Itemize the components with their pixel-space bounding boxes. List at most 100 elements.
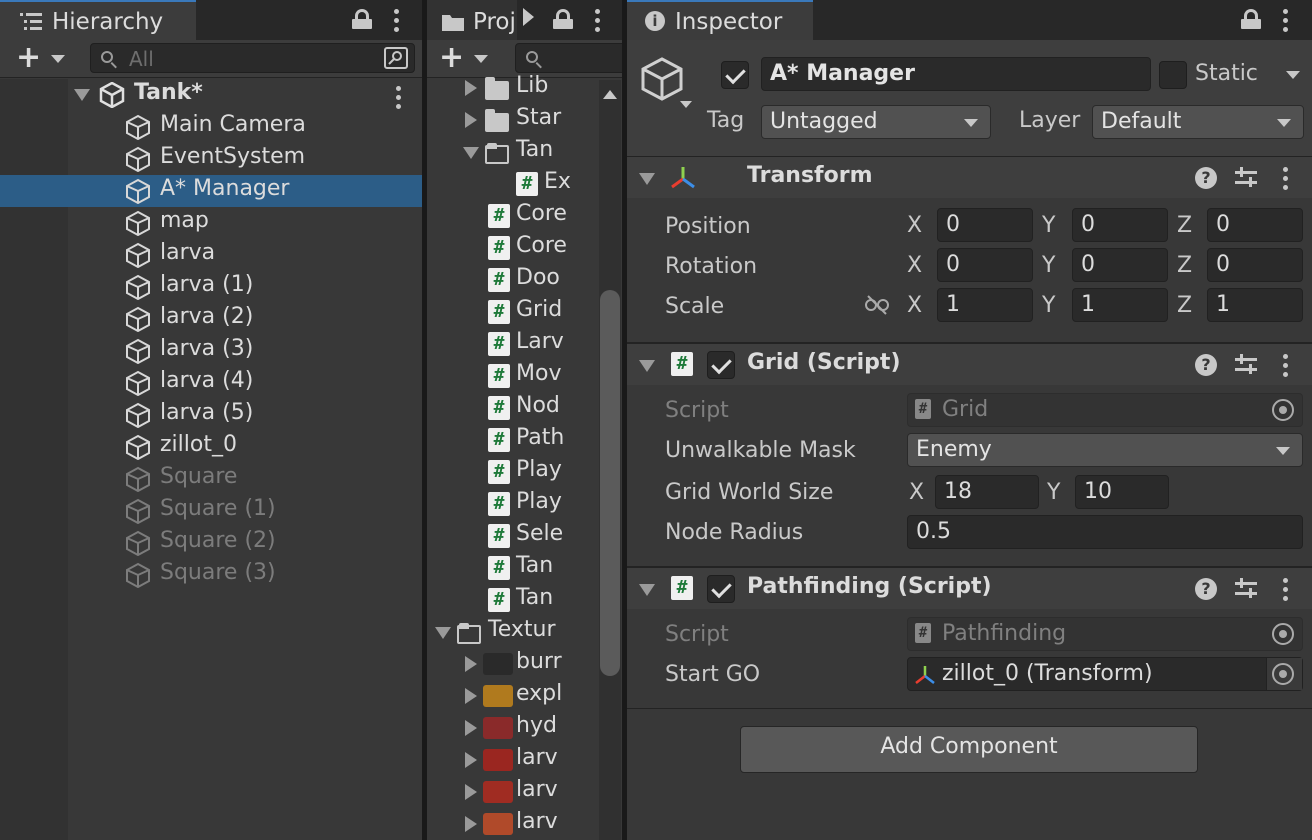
position-z-input[interactable]: 0 <box>1207 208 1303 242</box>
tab-scroll-right-icon[interactable] <box>523 8 534 26</box>
grid-script-header[interactable]: # Grid (Script) ? <box>627 343 1312 385</box>
scale-x-input[interactable]: 1 <box>937 288 1033 322</box>
position-x-input[interactable]: 0 <box>937 208 1033 242</box>
project-item[interactable]: # Nod <box>427 392 597 424</box>
inspector-lock-icon[interactable] <box>1241 9 1261 29</box>
project-item[interactable]: # Ex <box>427 168 597 200</box>
start-go-field[interactable]: zillot_0 (Transform) <box>907 657 1303 691</box>
pathfinding-foldout-icon[interactable] <box>639 584 655 596</box>
grid-enabled-checkbox[interactable] <box>707 351 735 379</box>
hierarchy-item[interactable]: larva (4) <box>0 367 422 399</box>
grid-help-icon[interactable]: ? <box>1195 354 1217 376</box>
project-scroll-thumb[interactable] <box>600 290 620 676</box>
expand-arrow-icon[interactable] <box>74 89 90 101</box>
project-item[interactable]: larv <box>427 776 597 808</box>
static-checkbox[interactable] <box>1159 61 1187 89</box>
add-icon[interactable]: + <box>16 43 41 73</box>
project-item[interactable]: # Tan <box>427 584 597 616</box>
transform-menu-icon[interactable] <box>1273 165 1297 190</box>
active-checkbox[interactable] <box>721 61 749 89</box>
hierarchy-item[interactable]: A* Manager <box>0 175 422 207</box>
lock-icon[interactable] <box>352 9 372 29</box>
hierarchy-tab[interactable]: Hierarchy <box>0 0 196 40</box>
object-picker-icon[interactable] <box>1272 663 1294 685</box>
pathfinding-help-icon[interactable]: ? <box>1195 578 1217 600</box>
project-tab[interactable]: Proj <box>427 0 517 40</box>
scale-z-input[interactable]: 1 <box>1207 288 1303 322</box>
project-item[interactable]: expl <box>427 680 597 712</box>
pathfinding-preset-icon[interactable] <box>1235 578 1257 600</box>
scroll-up-arrow-icon[interactable] <box>603 90 617 99</box>
hierarchy-item[interactable]: larva (3) <box>0 335 422 367</box>
grid-foldout-icon[interactable] <box>639 360 655 372</box>
expand-arrow-icon[interactable] <box>465 752 477 768</box>
pathfinding-enabled-checkbox[interactable] <box>707 575 735 603</box>
project-item[interactable]: Textur <box>427 616 597 648</box>
project-item[interactable]: # Mov <box>427 360 597 392</box>
expand-arrow-icon[interactable] <box>465 80 477 96</box>
expand-arrow-icon[interactable] <box>465 112 477 128</box>
rotation-y-input[interactable]: 0 <box>1072 248 1168 282</box>
project-item[interactable]: # Play <box>427 488 597 520</box>
scene-menu-icon[interactable] <box>386 84 410 109</box>
hierarchy-item[interactable]: Square (1) <box>0 495 422 527</box>
position-y-input[interactable]: 0 <box>1072 208 1168 242</box>
project-item[interactable]: # Core <box>427 200 597 232</box>
project-item[interactable]: burr <box>427 648 597 680</box>
preset-sliders-icon[interactable] <box>1235 167 1257 189</box>
expand-arrow-icon[interactable] <box>465 688 477 704</box>
hierarchy-item[interactable]: zillot_0 <box>0 431 422 463</box>
project-item[interactable]: # Play <box>427 456 597 488</box>
more-menu-icon[interactable] <box>384 7 408 32</box>
layer-dropdown[interactable]: Default <box>1092 105 1304 139</box>
project-item[interactable]: Lib <box>427 72 597 104</box>
expand-arrow-icon[interactable] <box>463 147 479 159</box>
hierarchy-item[interactable]: larva (1) <box>0 271 422 303</box>
pathfinding-menu-icon[interactable] <box>1273 576 1297 601</box>
rotation-z-input[interactable]: 0 <box>1207 248 1303 282</box>
project-item[interactable]: # Tan <box>427 552 597 584</box>
gameobject-cube-icon[interactable] <box>639 56 685 102</box>
unwalkable-mask-dropdown[interactable]: Enemy <box>907 433 1303 467</box>
project-item[interactable]: # Larv <box>427 328 597 360</box>
hierarchy-item[interactable]: larva (2) <box>0 303 422 335</box>
project-item[interactable]: Tan <box>427 136 597 168</box>
add-component-button[interactable]: Add Component <box>740 726 1198 773</box>
hierarchy-search-input[interactable]: All <box>90 43 415 73</box>
project-search-input[interactable] <box>515 43 622 73</box>
chevron-down-icon[interactable] <box>51 55 65 63</box>
expand-arrow-icon[interactable] <box>465 720 477 736</box>
transform-foldout-icon[interactable] <box>639 173 655 185</box>
expand-arrow-icon[interactable] <box>465 656 477 672</box>
tag-dropdown[interactable]: Untagged <box>761 105 991 139</box>
grid-size-y-input[interactable]: 10 <box>1075 475 1169 509</box>
project-item[interactable]: # Doo <box>427 264 597 296</box>
hierarchy-item[interactable]: Main Camera <box>0 111 422 143</box>
transform-header[interactable]: Transform ? <box>627 156 1312 198</box>
expand-arrow-icon[interactable] <box>435 627 451 639</box>
project-item[interactable]: # Grid <box>427 296 597 328</box>
project-lock-icon[interactable] <box>553 9 573 29</box>
hierarchy-item[interactable]: Square <box>0 463 422 495</box>
project-add-icon[interactable]: + <box>439 43 464 73</box>
inspector-menu-icon[interactable] <box>1273 7 1297 32</box>
pathfinding-script-header[interactable]: # Pathfinding (Script) ? <box>627 567 1312 609</box>
static-dropdown-icon[interactable] <box>1286 71 1300 79</box>
hierarchy-item[interactable]: larva <box>0 239 422 271</box>
expand-arrow-icon[interactable] <box>465 816 477 832</box>
scene-row[interactable]: Tank* <box>0 79 422 111</box>
project-item[interactable]: # Path <box>427 424 597 456</box>
search-scene-icon[interactable] <box>384 47 408 69</box>
project-item[interactable]: # Core <box>427 232 597 264</box>
hierarchy-item[interactable]: EventSystem <box>0 143 422 175</box>
icon-chevron-down-icon[interactable] <box>680 101 692 108</box>
object-picker-icon[interactable] <box>1272 399 1294 421</box>
help-icon[interactable]: ? <box>1195 167 1217 189</box>
project-chevron-down-icon[interactable] <box>474 55 488 63</box>
project-item[interactable]: # Sele <box>427 520 597 552</box>
inspector-tab[interactable]: i Inspector <box>627 0 813 40</box>
object-name-input[interactable]: A* Manager <box>761 57 1151 91</box>
hierarchy-item[interactable]: Square (2) <box>0 527 422 559</box>
project-item[interactable]: larv <box>427 808 597 840</box>
node-radius-input[interactable]: 0.5 <box>907 515 1303 549</box>
